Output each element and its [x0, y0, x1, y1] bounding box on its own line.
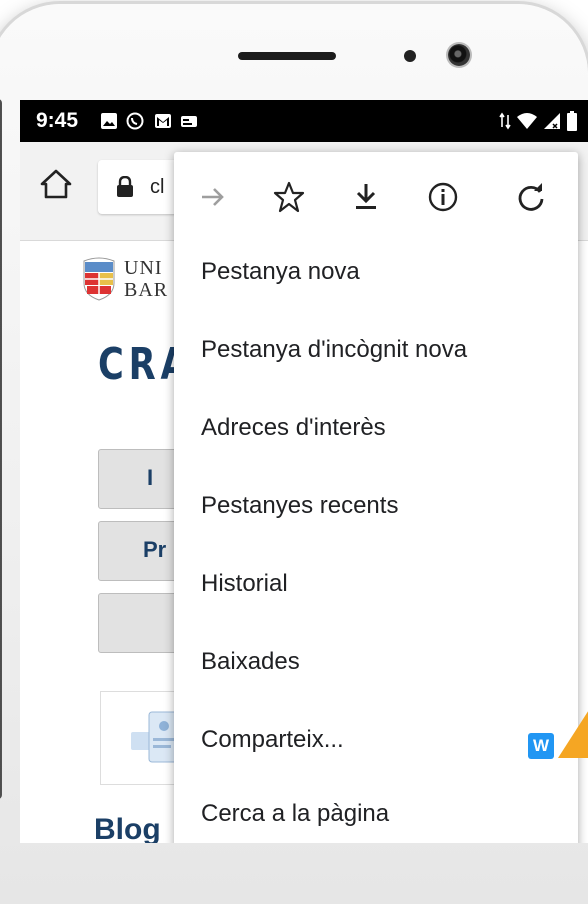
refresh-icon[interactable] — [514, 180, 548, 214]
download-icon[interactable] — [349, 180, 383, 214]
menu-item-share[interactable]: Comparteix... — [201, 726, 344, 754]
status-time: 9:45 — [36, 109, 79, 132]
university-name-line1: UNI — [124, 257, 163, 279]
page-button-label: I — [147, 465, 154, 490]
menu-item-recent-tabs[interactable]: Pestanyes recents — [201, 492, 398, 520]
earpiece-speaker — [238, 52, 336, 60]
proximity-sensor — [404, 50, 416, 62]
signal-icon — [544, 113, 560, 129]
status-right-icons — [499, 111, 578, 131]
menu-item-history[interactable]: Historial — [201, 570, 288, 598]
star-icon[interactable] — [272, 180, 306, 214]
share-app-icon[interactable]: W — [528, 733, 554, 759]
phone-side-edge — [0, 99, 2, 799]
blogs-heading[interactable]: Blog — [94, 813, 161, 843]
menu-item-new-tab[interactable]: Pestanya nova — [201, 258, 360, 286]
status-bar: 9:45 — [20, 100, 588, 142]
university-name-line2: BAR — [124, 279, 169, 301]
menu-item-downloads[interactable]: Baixades — [201, 648, 300, 676]
lock-icon — [117, 176, 133, 197]
gallery-notification-icon — [101, 113, 117, 129]
wifi-icon — [517, 113, 537, 129]
gmail-notification-icon — [155, 114, 171, 128]
university-logo-icon — [83, 257, 115, 301]
info-icon[interactable] — [426, 180, 460, 214]
menu-icon-row — [174, 152, 578, 246]
phone-screen: 9:45 cl UNI BAR CRA I Pr Blog Pestanya n… — [20, 100, 588, 843]
pointer-arrow-icon — [558, 711, 588, 758]
whatsapp-notification-icon — [126, 112, 144, 130]
menu-item-bookmarks[interactable]: Adreces d'interès — [201, 414, 386, 442]
front-camera — [448, 44, 470, 66]
menu-item-find-in-page[interactable]: Cerca a la pàgina — [201, 800, 389, 828]
data-transfer-icon — [499, 112, 511, 130]
menu-item-new-incognito-tab[interactable]: Pestanya d'incògnit nova — [201, 336, 467, 364]
card-notification-icon — [181, 116, 197, 127]
home-icon[interactable] — [38, 166, 74, 202]
url-text: cl — [150, 176, 165, 198]
page-button-label: Pr — [143, 537, 167, 562]
browser-overflow-menu: Pestanya nova Pestanya d'incògnit nova A… — [174, 152, 578, 843]
battery-icon — [567, 111, 577, 131]
forward-arrow-icon[interactable] — [196, 180, 230, 214]
